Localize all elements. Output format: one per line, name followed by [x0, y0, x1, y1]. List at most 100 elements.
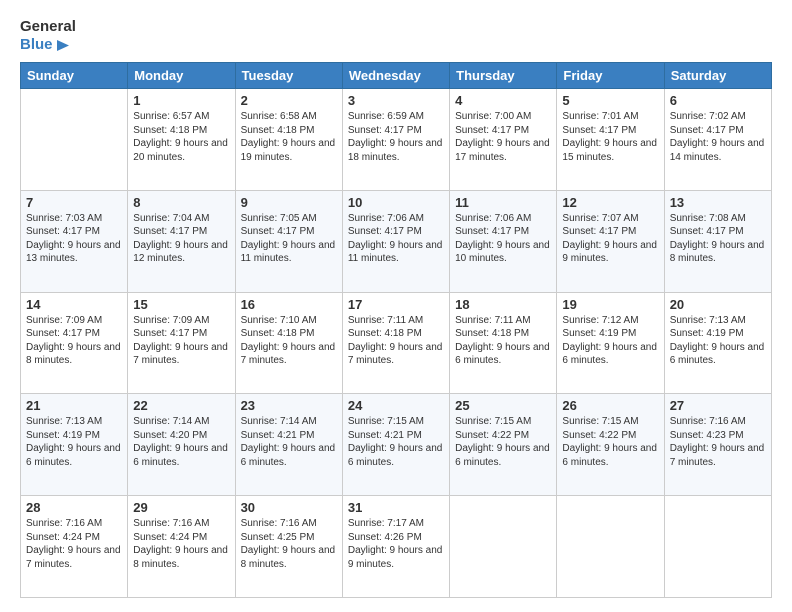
- sunset-text: Sunset: 4:17 PM: [455, 226, 529, 237]
- sunset-text: Sunset: 4:17 PM: [670, 226, 744, 237]
- daylight-text: Daylight: 9 hours and 7 minutes.: [348, 342, 443, 367]
- sunrise-text: Sunrise: 7:16 AM: [133, 518, 209, 529]
- day-info: Sunrise: 7:16 AM Sunset: 4:24 PM Dayligh…: [133, 517, 229, 571]
- sunset-text: Sunset: 4:19 PM: [670, 328, 744, 339]
- day-number: 11: [455, 195, 551, 210]
- day-info: Sunrise: 7:14 AM Sunset: 4:21 PM Dayligh…: [241, 415, 337, 469]
- day-number: 21: [26, 398, 122, 413]
- calendar-cell: 31 Sunrise: 7:17 AM Sunset: 4:26 PM Dayl…: [342, 496, 449, 598]
- daylight-text: Daylight: 9 hours and 13 minutes.: [26, 240, 121, 265]
- sunset-text: Sunset: 4:18 PM: [241, 328, 315, 339]
- calendar-header-monday: Monday: [128, 63, 235, 89]
- calendar-cell: 10 Sunrise: 7:06 AM Sunset: 4:17 PM Dayl…: [342, 190, 449, 292]
- calendar-week-row: 7 Sunrise: 7:03 AM Sunset: 4:17 PM Dayli…: [21, 190, 772, 292]
- logo-line1: General: [20, 18, 76, 36]
- calendar-cell: 5 Sunrise: 7:01 AM Sunset: 4:17 PM Dayli…: [557, 89, 664, 191]
- day-info: Sunrise: 7:13 AM Sunset: 4:19 PM Dayligh…: [26, 415, 122, 469]
- daylight-text: Daylight: 9 hours and 6 minutes.: [26, 443, 121, 468]
- calendar-cell: 27 Sunrise: 7:16 AM Sunset: 4:23 PM Dayl…: [664, 394, 771, 496]
- calendar-header-sunday: Sunday: [21, 63, 128, 89]
- sunset-text: Sunset: 4:22 PM: [455, 430, 529, 441]
- daylight-text: Daylight: 9 hours and 7 minutes.: [241, 342, 336, 367]
- day-number: 17: [348, 297, 444, 312]
- calendar-cell: 14 Sunrise: 7:09 AM Sunset: 4:17 PM Dayl…: [21, 292, 128, 394]
- sunset-text: Sunset: 4:17 PM: [562, 226, 636, 237]
- day-info: Sunrise: 7:11 AM Sunset: 4:18 PM Dayligh…: [455, 314, 551, 368]
- calendar-cell: 16 Sunrise: 7:10 AM Sunset: 4:18 PM Dayl…: [235, 292, 342, 394]
- sunset-text: Sunset: 4:17 PM: [133, 328, 207, 339]
- calendar-cell: 12 Sunrise: 7:07 AM Sunset: 4:17 PM Dayl…: [557, 190, 664, 292]
- sunset-text: Sunset: 4:17 PM: [26, 226, 100, 237]
- sunset-text: Sunset: 4:17 PM: [26, 328, 100, 339]
- daylight-text: Daylight: 9 hours and 12 minutes.: [133, 240, 228, 265]
- sunrise-text: Sunrise: 7:13 AM: [670, 315, 746, 326]
- sunrise-text: Sunrise: 7:00 AM: [455, 111, 531, 122]
- sunset-text: Sunset: 4:19 PM: [26, 430, 100, 441]
- sunrise-text: Sunrise: 7:13 AM: [26, 416, 102, 427]
- sunrise-text: Sunrise: 7:08 AM: [670, 213, 746, 224]
- day-number: 31: [348, 500, 444, 515]
- day-number: 9: [241, 195, 337, 210]
- calendar-cell: 25 Sunrise: 7:15 AM Sunset: 4:22 PM Dayl…: [450, 394, 557, 496]
- calendar-header-row: SundayMondayTuesdayWednesdayThursdayFrid…: [21, 63, 772, 89]
- sunset-text: Sunset: 4:17 PM: [348, 125, 422, 136]
- calendar-cell: 20 Sunrise: 7:13 AM Sunset: 4:19 PM Dayl…: [664, 292, 771, 394]
- daylight-text: Daylight: 9 hours and 9 minutes.: [348, 545, 443, 570]
- sunrise-text: Sunrise: 7:11 AM: [348, 315, 423, 326]
- sunrise-text: Sunrise: 7:12 AM: [562, 315, 638, 326]
- sunset-text: Sunset: 4:21 PM: [241, 430, 315, 441]
- daylight-text: Daylight: 9 hours and 11 minutes.: [348, 240, 443, 265]
- calendar-week-row: 28 Sunrise: 7:16 AM Sunset: 4:24 PM Dayl…: [21, 496, 772, 598]
- calendar-cell: [21, 89, 128, 191]
- sunset-text: Sunset: 4:25 PM: [241, 532, 315, 543]
- daylight-text: Daylight: 9 hours and 6 minutes.: [133, 443, 228, 468]
- page: General Blue SundayMondayTuesdayWednesda…: [0, 0, 792, 612]
- day-info: Sunrise: 7:11 AM Sunset: 4:18 PM Dayligh…: [348, 314, 444, 368]
- calendar-cell: 2 Sunrise: 6:58 AM Sunset: 4:18 PM Dayli…: [235, 89, 342, 191]
- sunset-text: Sunset: 4:26 PM: [348, 532, 422, 543]
- day-info: Sunrise: 7:17 AM Sunset: 4:26 PM Dayligh…: [348, 517, 444, 571]
- day-number: 25: [455, 398, 551, 413]
- daylight-text: Daylight: 9 hours and 14 minutes.: [670, 138, 765, 163]
- daylight-text: Daylight: 9 hours and 6 minutes.: [348, 443, 443, 468]
- day-info: Sunrise: 7:00 AM Sunset: 4:17 PM Dayligh…: [455, 110, 551, 164]
- sunset-text: Sunset: 4:18 PM: [241, 125, 315, 136]
- sunset-text: Sunset: 4:19 PM: [562, 328, 636, 339]
- calendar-cell: 9 Sunrise: 7:05 AM Sunset: 4:17 PM Dayli…: [235, 190, 342, 292]
- day-number: 22: [133, 398, 229, 413]
- day-number: 12: [562, 195, 658, 210]
- daylight-text: Daylight: 9 hours and 6 minutes.: [455, 443, 550, 468]
- calendar-week-row: 21 Sunrise: 7:13 AM Sunset: 4:19 PM Dayl…: [21, 394, 772, 496]
- sunset-text: Sunset: 4:17 PM: [348, 226, 422, 237]
- logo: General Blue: [20, 18, 76, 54]
- day-number: 15: [133, 297, 229, 312]
- calendar-header-wednesday: Wednesday: [342, 63, 449, 89]
- sunrise-text: Sunrise: 6:58 AM: [241, 111, 317, 122]
- sunset-text: Sunset: 4:17 PM: [133, 226, 207, 237]
- sunrise-text: Sunrise: 7:14 AM: [133, 416, 209, 427]
- day-info: Sunrise: 6:59 AM Sunset: 4:17 PM Dayligh…: [348, 110, 444, 164]
- calendar-header-tuesday: Tuesday: [235, 63, 342, 89]
- sunset-text: Sunset: 4:23 PM: [670, 430, 744, 441]
- day-info: Sunrise: 7:13 AM Sunset: 4:19 PM Dayligh…: [670, 314, 766, 368]
- sunrise-text: Sunrise: 7:05 AM: [241, 213, 317, 224]
- calendar-cell: [450, 496, 557, 598]
- day-number: 7: [26, 195, 122, 210]
- day-number: 10: [348, 195, 444, 210]
- day-info: Sunrise: 7:12 AM Sunset: 4:19 PM Dayligh…: [562, 314, 658, 368]
- sunrise-text: Sunrise: 7:15 AM: [455, 416, 531, 427]
- calendar-cell: 23 Sunrise: 7:14 AM Sunset: 4:21 PM Dayl…: [235, 394, 342, 496]
- calendar-header-thursday: Thursday: [450, 63, 557, 89]
- day-number: 19: [562, 297, 658, 312]
- sunrise-text: Sunrise: 7:16 AM: [26, 518, 102, 529]
- calendar-cell: 3 Sunrise: 6:59 AM Sunset: 4:17 PM Dayli…: [342, 89, 449, 191]
- day-number: 5: [562, 93, 658, 108]
- calendar-header-saturday: Saturday: [664, 63, 771, 89]
- calendar-cell: 28 Sunrise: 7:16 AM Sunset: 4:24 PM Dayl…: [21, 496, 128, 598]
- sunrise-text: Sunrise: 7:17 AM: [348, 518, 424, 529]
- sunset-text: Sunset: 4:20 PM: [133, 430, 207, 441]
- day-info: Sunrise: 7:15 AM Sunset: 4:22 PM Dayligh…: [562, 415, 658, 469]
- calendar-table: SundayMondayTuesdayWednesdayThursdayFrid…: [20, 62, 772, 598]
- calendar-cell: 13 Sunrise: 7:08 AM Sunset: 4:17 PM Dayl…: [664, 190, 771, 292]
- sunrise-text: Sunrise: 7:06 AM: [455, 213, 531, 224]
